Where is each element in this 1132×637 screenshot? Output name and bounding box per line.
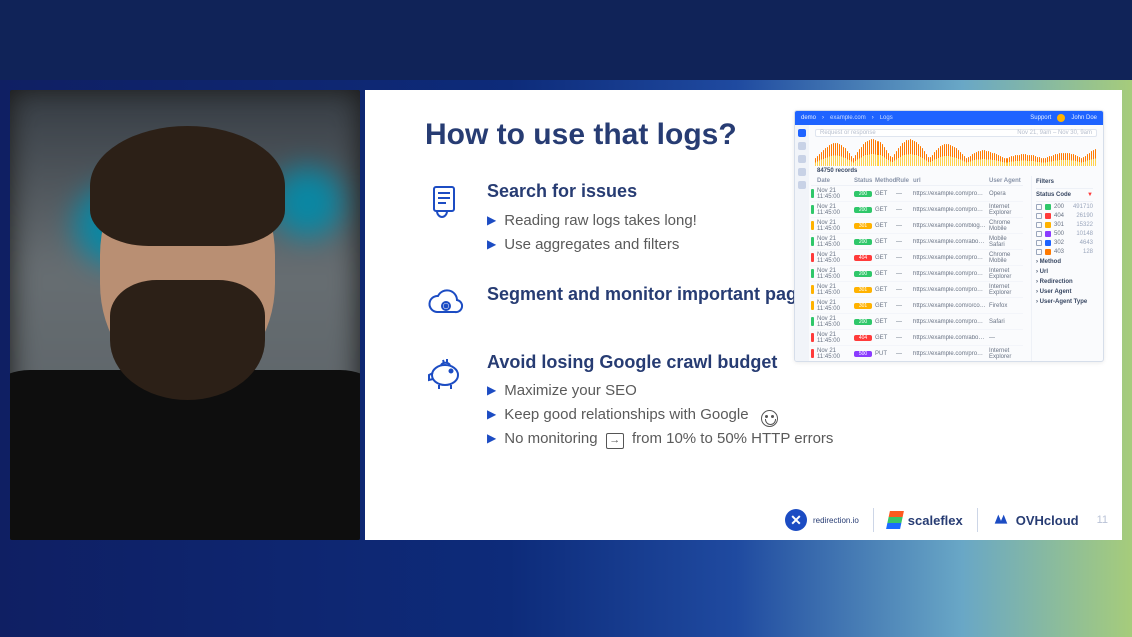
- page-number: 11: [1097, 514, 1108, 526]
- bullet: ▶ No monitoring → from 10% to 50% HTTP e…: [487, 427, 833, 451]
- presenter-video: [10, 90, 360, 540]
- logo-ovhcloud: OVHcloud: [992, 511, 1079, 529]
- bullet: ▶Keep good relationships with Google: [487, 403, 833, 427]
- filter-group[interactable]: › User Agent: [1036, 286, 1093, 296]
- filter-item[interactable]: 40426190: [1036, 211, 1093, 220]
- filter-item[interactable]: 403128: [1036, 247, 1093, 256]
- timeline-chart: [815, 139, 1097, 166]
- search-input[interactable]: Request or response Nov 21, 9am – Nov 30…: [815, 129, 1097, 137]
- log-table: Date Status Method Rule url User Agent N…: [811, 176, 1023, 362]
- bullet-marker-icon: ▶: [487, 405, 496, 424]
- user-name: John Doe: [1071, 115, 1097, 121]
- table-row[interactable]: Nov 21 11:45:00404GET—https://example.co…: [811, 250, 1023, 266]
- table-row[interactable]: Nov 21 11:45:00200GET—https://example.co…: [811, 186, 1023, 202]
- filter-group[interactable]: › Redirection: [1036, 276, 1093, 286]
- bullet: ▶Use aggregates and filters: [487, 233, 697, 257]
- section-heading: Segment and monitor important pages: [487, 283, 817, 306]
- bullet: ▶Maximize your SEO: [487, 379, 833, 403]
- logo-scaleflex: scaleflex: [888, 511, 963, 529]
- document-icon: [425, 182, 465, 222]
- filter-item[interactable]: 200491710: [1036, 202, 1093, 211]
- bullet-marker-icon: ▶: [487, 211, 496, 230]
- filter-item[interactable]: 30115322: [1036, 220, 1093, 229]
- breadcrumb: Logs: [880, 115, 893, 121]
- shuffle-icon: ✕: [785, 509, 807, 531]
- date-range[interactable]: Nov 21, 9am – Nov 30, 9am: [1017, 130, 1092, 136]
- app-header: demo › example.com › Logs Support John D…: [795, 111, 1103, 125]
- presentation-frame: How to use that logs? Search for issues …: [0, 0, 1132, 637]
- section-heading: Search for issues: [487, 180, 697, 203]
- bullet-marker-icon: ▶: [487, 381, 496, 400]
- filter-item[interactable]: 50010148: [1036, 229, 1093, 238]
- table-row[interactable]: Nov 21 11:45:00200GET—https://example.co…: [811, 202, 1023, 218]
- table-row[interactable]: Nov 21 11:45:00404GET—https://example.co…: [811, 330, 1023, 346]
- bullet-marker-icon: ▶: [487, 235, 496, 254]
- support-link[interactable]: Support: [1030, 115, 1051, 121]
- top-bar: [0, 0, 1132, 80]
- table-header: Date Status Method Rule url User Agent: [811, 176, 1023, 186]
- section-heading: Avoid losing Google crawl budget: [487, 351, 833, 374]
- table-row[interactable]: Nov 21 11:45:00301GET—https://example.co…: [811, 218, 1023, 234]
- table-row[interactable]: Nov 21 11:45:00200GET—https://example.co…: [811, 234, 1023, 250]
- arrow-box-icon: →: [606, 433, 624, 449]
- table-row[interactable]: Nov 21 11:45:00301GET—https://example.co…: [811, 298, 1023, 314]
- filter-group[interactable]: › Method: [1036, 256, 1093, 266]
- avatar[interactable]: [1057, 114, 1065, 122]
- section-crawl-budget: Avoid losing Google crawl budget ▶Maximi…: [425, 351, 1086, 452]
- table-row[interactable]: Nov 21 11:45:00301GET—https://example.co…: [811, 282, 1023, 298]
- logo-redirection-io: ✕ redirection.io: [785, 509, 859, 531]
- bullet: ▶Reading raw logs takes long!: [487, 209, 697, 233]
- cloud-eye-icon: [425, 285, 465, 325]
- table-row[interactable]: Nov 21 11:45:00200GET—https://example.co…: [811, 314, 1023, 330]
- app-product: demo: [801, 115, 816, 121]
- record-count: 84750 records: [809, 166, 1103, 176]
- filter-item[interactable]: 3024643: [1036, 238, 1093, 247]
- nav-item[interactable]: [798, 181, 806, 189]
- scaleflex-icon: [886, 511, 904, 529]
- bullet-marker-icon: ▶: [487, 429, 496, 448]
- filter-group[interactable]: › Url: [1036, 266, 1093, 276]
- filters-panel: Filters Status Code▼ 2004917104042619030…: [1031, 176, 1097, 362]
- piggy-bank-icon: [425, 353, 465, 393]
- funnel-icon[interactable]: ▼: [1087, 192, 1093, 198]
- nav-item[interactable]: [798, 142, 806, 150]
- nav-item[interactable]: [798, 129, 806, 137]
- table-row[interactable]: Nov 21 11:45:00500PUT—https://example.co…: [811, 346, 1023, 362]
- app-screenshot: demo › example.com › Logs Support John D…: [794, 110, 1104, 362]
- nav-item[interactable]: [798, 168, 806, 176]
- table-row[interactable]: Nov 21 11:45:00200GET—https://example.co…: [811, 266, 1023, 282]
- nav-rail: [795, 125, 809, 361]
- sponsor-row: ✕ redirection.io scaleflex OVHcloud 11: [785, 508, 1108, 532]
- slide: How to use that logs? Search for issues …: [365, 90, 1122, 540]
- filter-group[interactable]: › User-Agent Type: [1036, 296, 1093, 306]
- nav-item[interactable]: [798, 155, 806, 163]
- breadcrumb: example.com: [830, 115, 866, 121]
- ovh-icon: [992, 511, 1010, 529]
- smile-icon: [761, 410, 778, 427]
